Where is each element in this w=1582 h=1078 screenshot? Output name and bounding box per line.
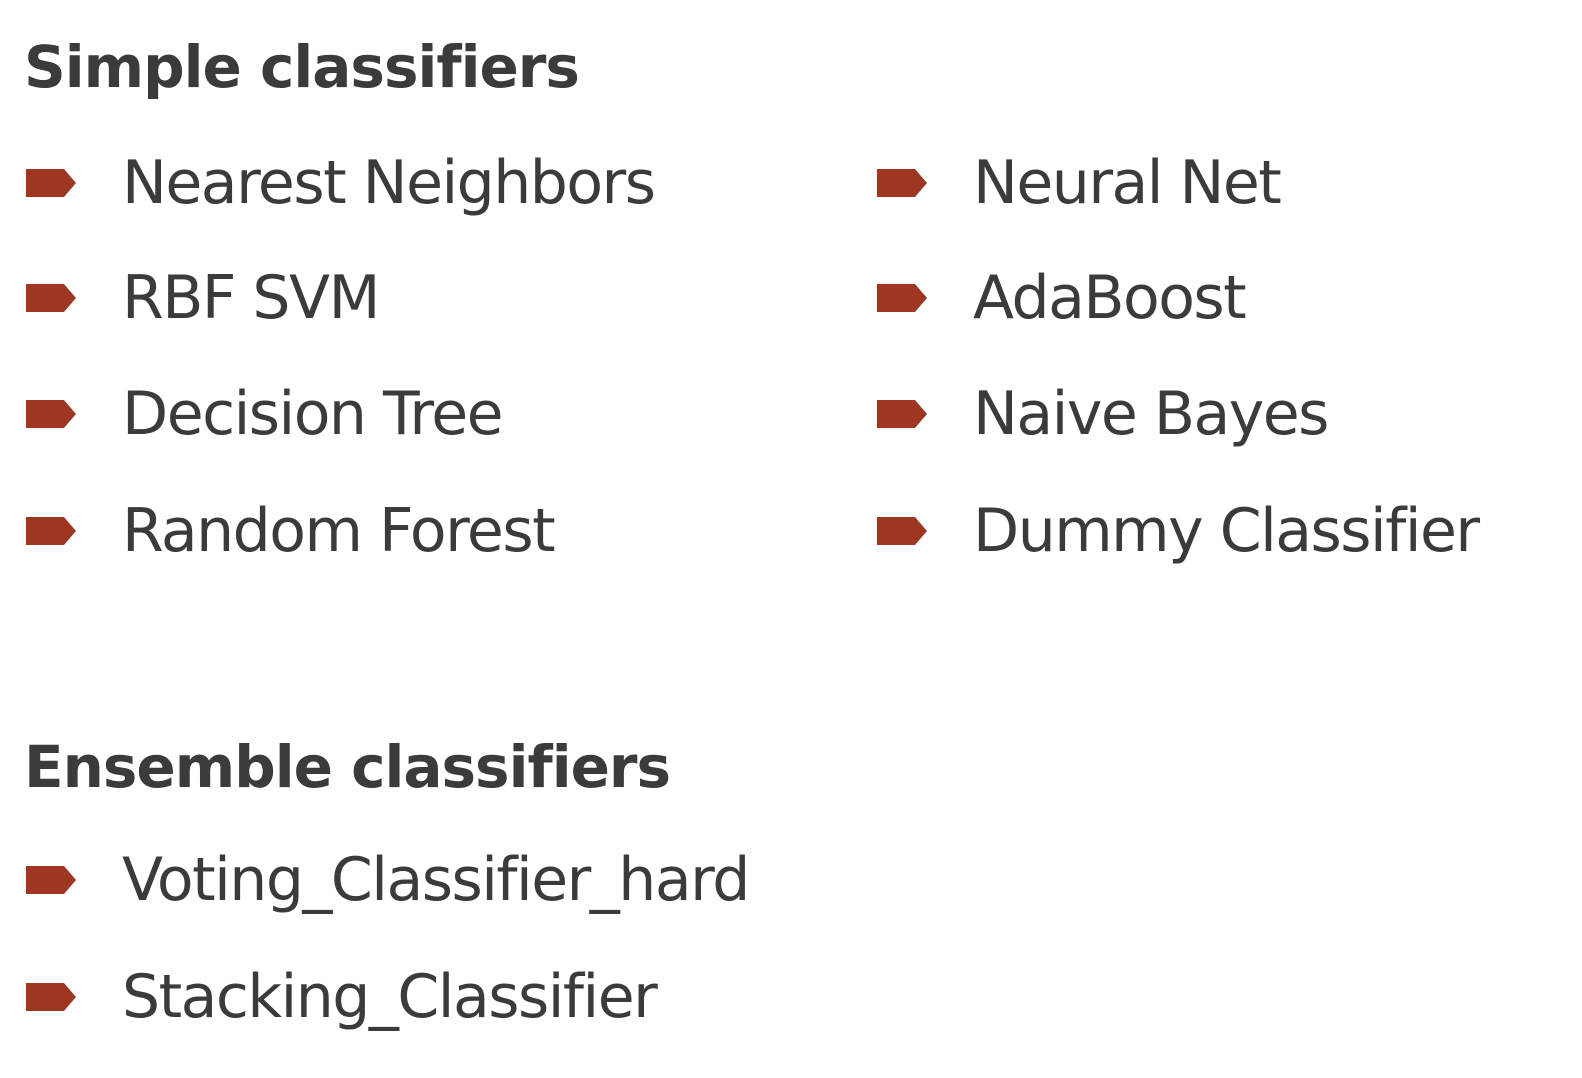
- arrow-bullet-icon: [877, 169, 927, 197]
- arrow-bullet-icon: [877, 400, 927, 428]
- arrow-bullet-icon: [26, 284, 76, 312]
- list-item: Decision Tree: [26, 374, 504, 454]
- list-item: Voting_Classifier_hard: [26, 840, 750, 920]
- arrow-bullet-icon: [26, 517, 76, 545]
- arrow-bullet-icon: [877, 517, 927, 545]
- list-item-label: RBF SVM: [122, 263, 380, 333]
- list-item-label: Neural Net: [973, 148, 1282, 218]
- list-item: Dummy Classifier: [877, 491, 1480, 571]
- arrow-bullet-icon: [26, 400, 76, 428]
- arrow-bullet-icon: [26, 983, 76, 1011]
- list-item: AdaBoost: [877, 258, 1247, 338]
- list-item: RBF SVM: [26, 258, 380, 338]
- list-item-label: Stacking_Classifier: [122, 962, 658, 1032]
- arrow-bullet-icon: [877, 284, 927, 312]
- simple-classifiers-heading: Simple classifiers: [24, 33, 580, 101]
- arrow-bullet-icon: [26, 866, 76, 894]
- list-item: Nearest Neighbors: [26, 143, 656, 223]
- list-item-label: Dummy Classifier: [973, 496, 1480, 566]
- ensemble-classifiers-heading: Ensemble classifiers: [24, 733, 671, 801]
- list-item: Stacking_Classifier: [26, 957, 658, 1037]
- list-item-label: Naive Bayes: [973, 379, 1329, 449]
- list-item: Naive Bayes: [877, 374, 1329, 454]
- list-item-label: Decision Tree: [122, 379, 504, 449]
- list-item: Neural Net: [877, 143, 1282, 223]
- arrow-bullet-icon: [26, 169, 76, 197]
- list-item-label: Random Forest: [122, 496, 556, 566]
- list-item-label: AdaBoost: [973, 263, 1247, 333]
- list-item-label: Voting_Classifier_hard: [122, 845, 750, 915]
- list-item-label: Nearest Neighbors: [122, 148, 656, 218]
- list-item: Random Forest: [26, 491, 556, 571]
